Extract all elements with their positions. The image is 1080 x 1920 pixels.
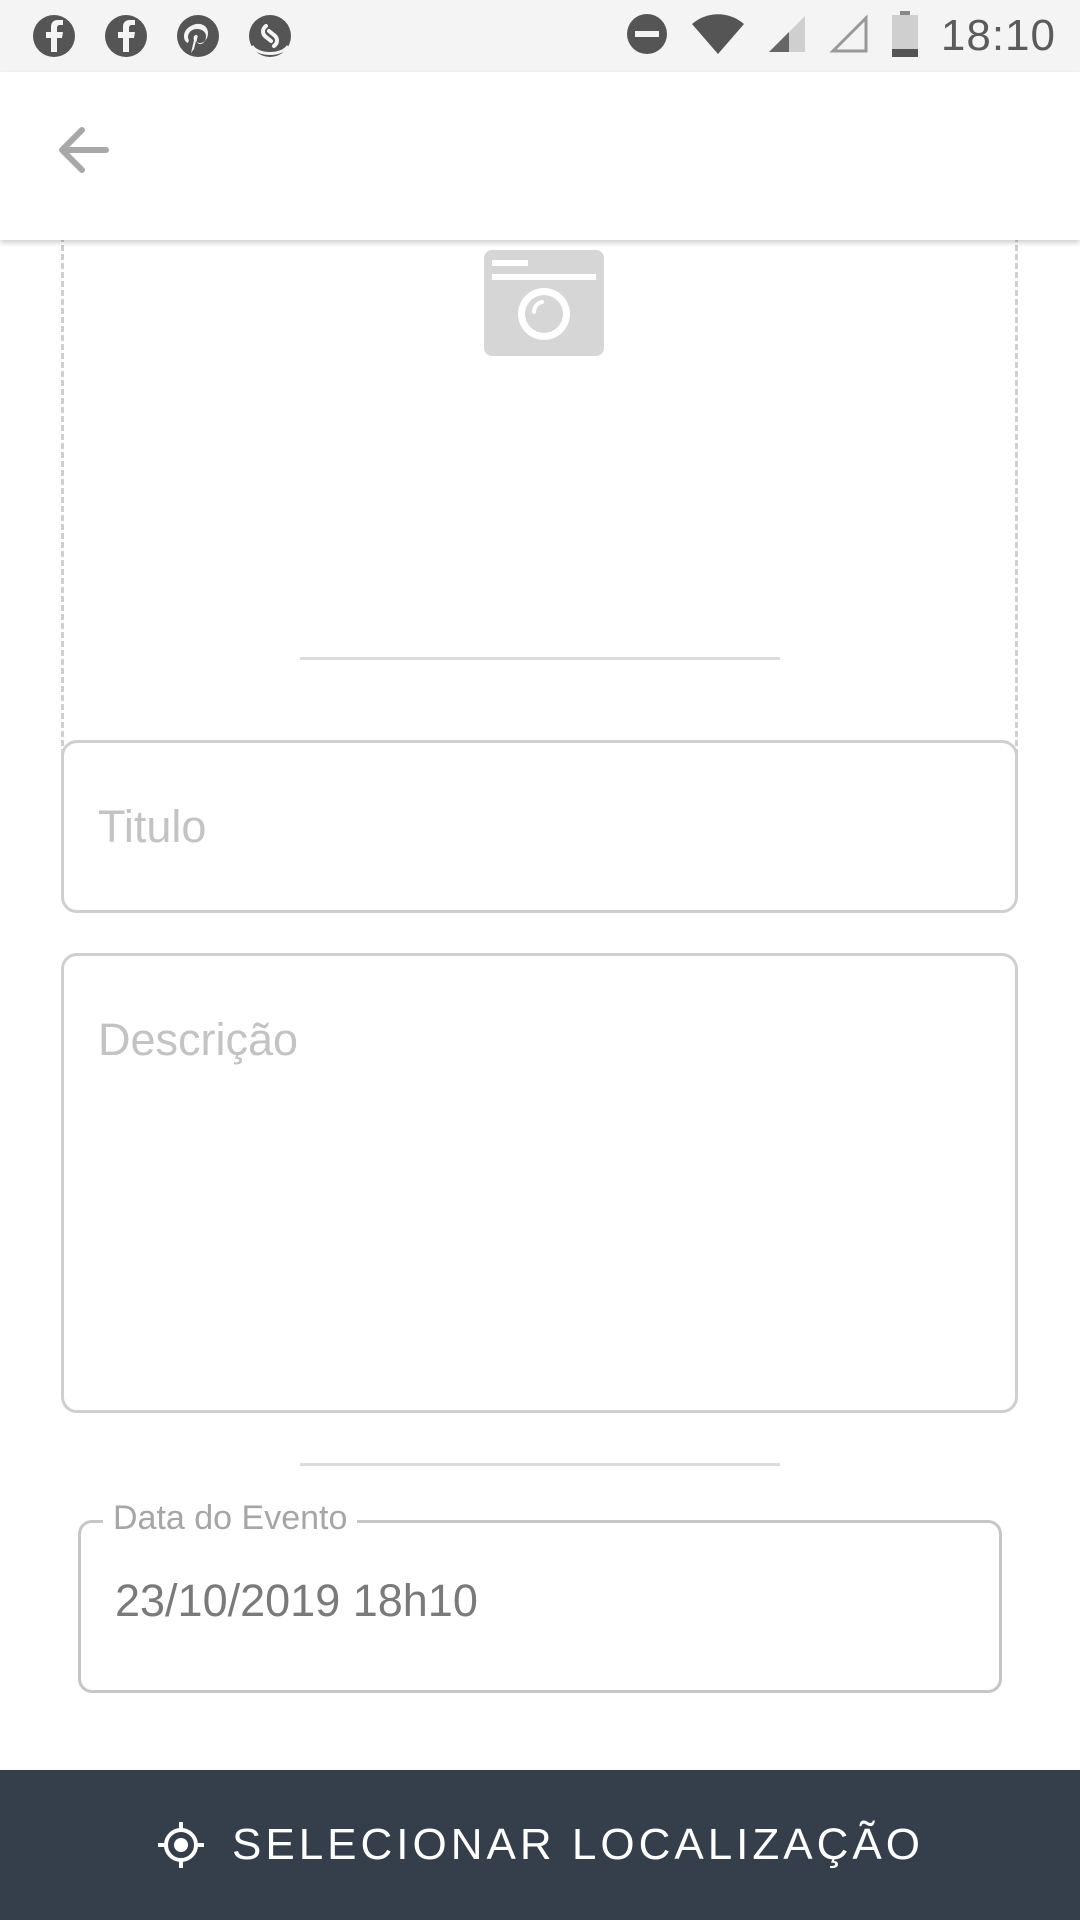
battery-icon	[891, 10, 919, 62]
notification-icons	[30, 12, 294, 60]
arrow-left-icon	[59, 127, 109, 173]
select-location-button[interactable]: SELECIONAR LOCALIZAÇÃO	[0, 1770, 1080, 1920]
facebook-icon	[102, 12, 150, 60]
divider	[300, 1463, 780, 1466]
shazam-icon	[246, 12, 294, 60]
facebook-icon	[30, 12, 78, 60]
divider	[300, 657, 780, 660]
camera-icon	[484, 250, 604, 356]
description-placeholder: Descrição	[98, 1014, 299, 1065]
select-location-label: SELECIONAR LOCALIZAÇÃO	[232, 1820, 924, 1869]
do-not-disturb-icon	[625, 12, 669, 61]
title-input[interactable]: Titulo	[61, 740, 1018, 913]
event-date-value: 23/10/2019 18h10	[115, 1575, 478, 1626]
system-icons: 18:10	[625, 10, 1056, 62]
clock: 18:10	[940, 11, 1056, 60]
pinterest-icon	[174, 12, 222, 60]
title-placeholder: Titulo	[98, 801, 207, 852]
wifi-icon	[691, 12, 745, 61]
event-date-label: Data do Evento	[103, 1499, 358, 1538]
signal-icon	[767, 14, 807, 59]
back-button[interactable]	[44, 112, 124, 192]
status-bar: 18:10	[0, 0, 1080, 72]
form-content: Titulo Descrição Data do Evento 23/10/20…	[0, 240, 1080, 1770]
event-date-field[interactable]: Data do Evento 23/10/2019 18h10	[78, 1499, 1002, 1693]
gps-target-icon	[158, 1822, 205, 1868]
description-input[interactable]: Descrição	[61, 953, 1018, 1413]
app-bar	[0, 72, 1080, 240]
signal-empty-icon	[829, 13, 869, 59]
